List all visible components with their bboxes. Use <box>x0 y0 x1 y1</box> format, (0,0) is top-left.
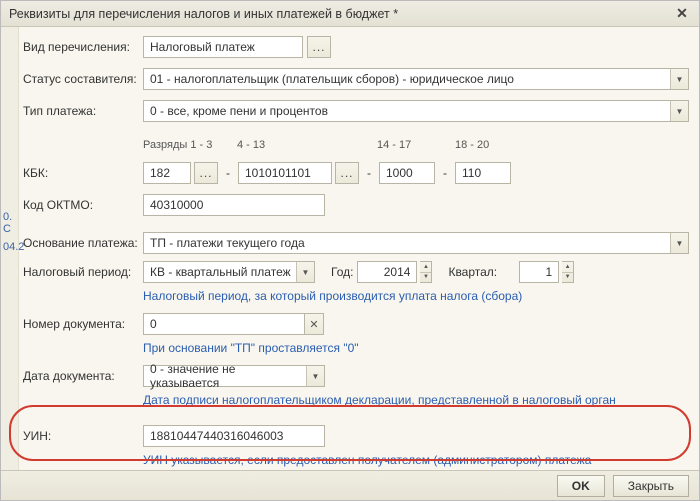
dash: - <box>222 166 234 180</box>
row-kbk: КБК: ... - ... - - <box>23 159 689 187</box>
close-icon[interactable]: ✕ <box>673 5 691 23</box>
label-vid: Вид перечисления: <box>23 40 143 54</box>
dialog-window: Реквизиты для перечисления налогов и ины… <box>0 0 700 501</box>
vid-input[interactable] <box>143 36 303 58</box>
label-nomer: Номер документа: <box>23 313 143 331</box>
osn-select[interactable]: ТП - платежи текущего года ▼ <box>143 232 689 254</box>
status-value: 01 - налогоплательщик (плательщик сборов… <box>150 72 514 86</box>
label-status: Статус составителя: <box>23 72 143 86</box>
dialog-footer: OK Закрыть <box>1 470 699 500</box>
row-status: Статус составителя: 01 - налогоплательщи… <box>23 65 689 93</box>
caret-down-icon: ▼ <box>420 273 431 283</box>
titlebar: Реквизиты для перечисления налогов и ины… <box>1 1 699 27</box>
caret-up-icon: ▲ <box>562 262 573 273</box>
chevron-down-icon: ▼ <box>296 262 314 282</box>
period-select[interactable]: КВ - квартальный платеж ▼ <box>143 261 315 283</box>
label-kbk: КБК: <box>23 166 143 180</box>
vid-ellipsis-button[interactable]: ... <box>307 36 331 58</box>
uin-input[interactable] <box>143 425 325 447</box>
kbk-hdr-2: 4 - 13 <box>237 137 355 153</box>
row-kbk-headers: Разряды 1 - 3 4 - 13 14 - 17 18 - 20 <box>23 131 689 159</box>
label-data: Дата документа: <box>23 365 143 383</box>
row-uin: УИН: УИН указывается, если предоставлен … <box>23 425 689 473</box>
label-uin: УИН: <box>23 425 143 443</box>
ellipsis-icon: ... <box>340 166 353 180</box>
label-god: Год: <box>331 265 353 279</box>
label-kvartal: Квартал: <box>448 265 497 279</box>
side-text-a: 0. С <box>3 211 18 235</box>
chevron-down-icon: ▼ <box>670 233 688 253</box>
nomer-clear-button[interactable]: ✕ <box>304 313 324 335</box>
label-oktmo: Код ОКТМО: <box>23 198 143 212</box>
label-tip: Тип платежа: <box>23 104 143 118</box>
window-title: Реквизиты для перечисления налогов и ины… <box>9 7 673 21</box>
row-data: Дата документа: 0 - значение не указывае… <box>23 365 689 413</box>
row-period: Налоговый период: КВ - квартальный плате… <box>23 261 689 309</box>
caret-down-icon: ▼ <box>562 273 573 283</box>
hint-period: Налоговый период, за который производитс… <box>143 289 689 303</box>
kbk2-input[interactable] <box>238 162 332 184</box>
kbk-hdr-3: 14 - 17 <box>377 137 433 153</box>
caret-up-icon: ▲ <box>420 262 431 273</box>
osn-value: ТП - платежи текущего года <box>150 236 305 250</box>
hint-uin: УИН указывается, если предоставлен получ… <box>143 453 689 467</box>
chevron-down-icon: ▼ <box>670 101 688 121</box>
row-oktmo: Код ОКТМО: <box>23 191 689 219</box>
nomer-input[interactable] <box>143 313 305 335</box>
kbk3-input[interactable] <box>379 162 435 184</box>
dash: - <box>363 166 375 180</box>
ok-button[interactable]: OK <box>557 475 605 497</box>
kbk1-input[interactable] <box>143 162 191 184</box>
kbk2-ellipsis-button[interactable]: ... <box>335 162 359 184</box>
hint-nomer: При основании "ТП" проставляется "0" <box>143 341 689 355</box>
period-value: КВ - квартальный платеж <box>150 265 291 279</box>
data-select[interactable]: 0 - значение не указывается ▼ <box>143 365 325 387</box>
god-stepper[interactable]: ▲ ▼ <box>420 261 432 283</box>
dash: - <box>439 166 451 180</box>
label-period: Налоговый период: <box>23 261 143 279</box>
kbk4-input[interactable] <box>455 162 511 184</box>
kbk1-ellipsis-button[interactable]: ... <box>194 162 218 184</box>
chevron-down-icon: ▼ <box>670 69 688 89</box>
ellipsis-icon: ... <box>199 166 212 180</box>
hint-data: Дата подписи налогоплательщиком декларац… <box>143 393 689 407</box>
kbk-hdr-4: 18 - 20 <box>455 137 511 153</box>
god-input[interactable] <box>357 261 417 283</box>
label-osn: Основание платежа: <box>23 236 143 250</box>
oktmo-input[interactable] <box>143 194 325 216</box>
tip-select[interactable]: 0 - все, кроме пени и процентов ▼ <box>143 100 689 122</box>
kvartal-stepper[interactable]: ▲ ▼ <box>562 261 574 283</box>
status-select[interactable]: 01 - налогоплательщик (плательщик сборов… <box>143 68 689 90</box>
data-value: 0 - значение не указывается <box>150 362 302 390</box>
close-icon: ✕ <box>309 318 318 331</box>
kvartal-input[interactable] <box>519 261 559 283</box>
close-button[interactable]: Закрыть <box>613 475 689 497</box>
row-osn: Основание платежа: ТП - платежи текущего… <box>23 229 689 257</box>
kbk-hdr-1: Разряды 1 - 3 <box>143 137 215 153</box>
row-tip: Тип платежа: 0 - все, кроме пени и проце… <box>23 97 689 125</box>
left-strip: 0. С 04.2 <box>1 27 19 470</box>
side-text-b: 04.2 <box>3 241 24 253</box>
form-body: Вид перечисления: ... Статус составителя… <box>1 27 699 473</box>
ellipsis-icon: ... <box>312 40 325 54</box>
chevron-down-icon: ▼ <box>306 366 324 386</box>
row-vid: Вид перечисления: ... <box>23 33 689 61</box>
row-nomer: Номер документа: ✕ При основании "ТП" пр… <box>23 313 689 361</box>
tip-value: 0 - все, кроме пени и процентов <box>150 104 328 118</box>
